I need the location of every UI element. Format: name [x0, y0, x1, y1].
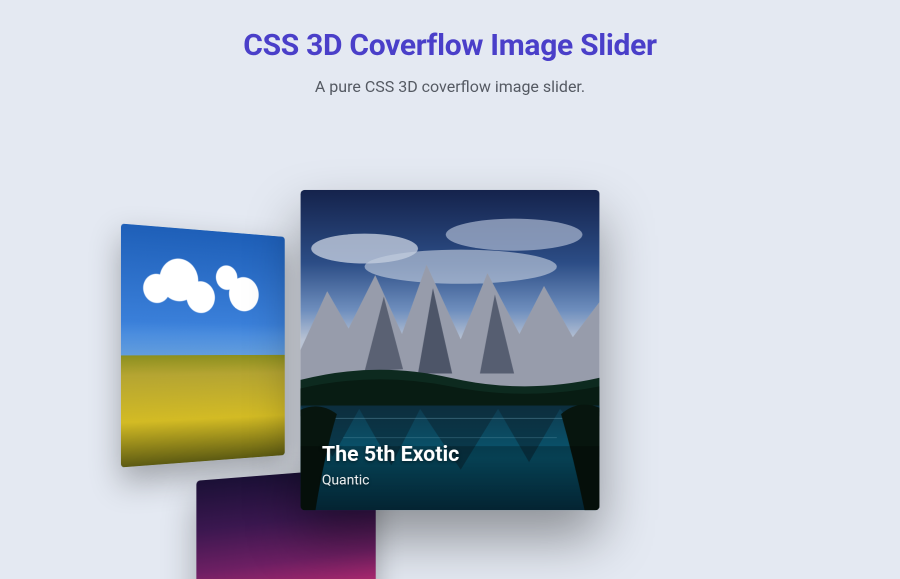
gradient-overlay: [121, 224, 285, 468]
coverflow-slider[interactable]: The 5th Exotic Quantic The 5th Exotic Qu…: [0, 170, 900, 570]
slide-0[interactable]: The 5th Exotic Quantic: [121, 224, 285, 468]
header: CSS 3D Coverflow Image Slider A pure CSS…: [0, 0, 900, 96]
slide-artist: Quantic: [322, 473, 587, 489]
slide-artist: Quantic: [134, 431, 276, 452]
page-subtitle: A pure CSS 3D coverflow image slider.: [0, 77, 900, 96]
slide-2-active[interactable]: The 5th Exotic Quantic: [300, 190, 599, 510]
slide-caption: The 5th Exotic Quantic: [134, 413, 276, 452]
page-title: CSS 3D Coverflow Image Slider: [0, 28, 900, 63]
slide-caption: The 5th Exotic Quantic: [322, 442, 587, 489]
slide-title: The 5th Exotic: [134, 413, 276, 435]
slide-title: The 5th Exotic: [322, 442, 587, 467]
